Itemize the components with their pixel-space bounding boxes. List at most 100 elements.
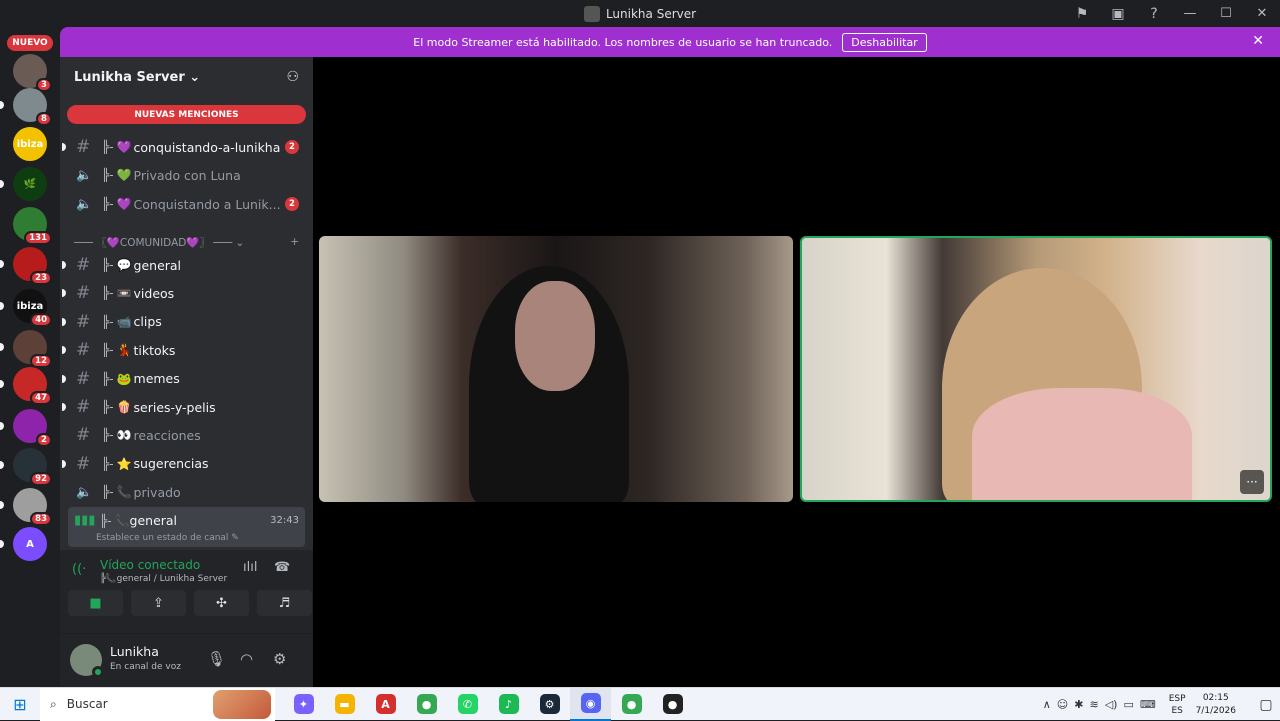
activities-icon[interactable]: ✣ xyxy=(194,590,249,616)
maximize-button[interactable]: ☐ xyxy=(1208,0,1244,27)
bluetooth-icon[interactable]: ✱ xyxy=(1071,698,1086,711)
server-header[interactable]: Lunikha Server ⌄ ⚇ xyxy=(60,57,313,97)
channel-item[interactable]: # ╠- 💬 general xyxy=(62,252,305,278)
server-h[interactable]: A xyxy=(13,527,47,561)
lips-icon[interactable]: 23 xyxy=(13,247,52,285)
channel-item[interactable]: # ╠- 💃 tiktoks xyxy=(62,337,305,363)
channel-item[interactable]: # ╠- 🍿 series-y-pelis xyxy=(62,394,305,420)
flag-icon[interactable]: ⚑ xyxy=(1064,0,1100,27)
channel-item[interactable]: # ╠- ⭐ sugerencias xyxy=(62,451,305,477)
app-icon[interactable]: ● xyxy=(652,688,693,721)
channel-emoji: ⭐ xyxy=(116,456,132,471)
active-voice-channel[interactable]: ▮▮▮ ╠- 📞 general 32:43 Establece un esta… xyxy=(68,507,305,547)
windows-start-icon[interactable]: ⊞ xyxy=(0,695,40,714)
clock[interactable]: 02:15 7/1/2026 xyxy=(1196,692,1236,718)
server-g[interactable]: 83 xyxy=(13,488,52,526)
server-f[interactable]: 2 xyxy=(13,409,52,447)
ibiza-icon[interactable]: ibiza xyxy=(13,127,47,161)
server-icon xyxy=(583,5,600,22)
chrome-profile-icon[interactable]: ● xyxy=(611,688,652,721)
channel-name: conquistando-a-lunikha xyxy=(133,139,281,155)
channel-item[interactable]: # ╠- 👀 reacciones xyxy=(68,422,305,448)
unread-pip xyxy=(0,380,4,388)
voice-status[interactable]: Vídeo conectado xyxy=(100,558,200,572)
camera-icon[interactable]: ■ xyxy=(68,590,123,616)
copilot-icon[interactable]: ✦ xyxy=(283,688,324,721)
channel-item[interactable]: # ╠- 📼 videos xyxy=(62,280,305,306)
ibiza-dark-icon[interactable]: ibiza 40 xyxy=(13,289,52,327)
avatar[interactable] xyxy=(70,644,104,678)
server-a[interactable]: 3 xyxy=(13,54,52,92)
server-name: Lunikha Server ⌄ xyxy=(74,69,201,85)
invite-icon[interactable]: ⚇ xyxy=(286,69,299,85)
file-explorer-icon[interactable]: ▬ xyxy=(324,688,365,721)
help-icon[interactable]: ? xyxy=(1136,0,1172,27)
unread-pip xyxy=(62,346,66,355)
channel-item[interactable]: # ╠- 🐸 memes xyxy=(62,366,305,392)
spotify-icon[interactable]: ♪ xyxy=(488,688,529,721)
server-d[interactable]: 12 xyxy=(13,330,52,368)
noise-suppression-icon[interactable]: ılıl xyxy=(243,560,257,575)
disconnect-icon[interactable]: ☎ xyxy=(274,560,290,575)
add-channel-icon[interactable]: + xyxy=(290,236,299,248)
new-pill[interactable]: NUEVO xyxy=(7,35,53,51)
settings-icon[interactable]: ⚙ xyxy=(273,650,286,668)
unread-pip xyxy=(0,422,4,430)
server-e[interactable]: 47 xyxy=(13,367,52,405)
more-options-button[interactable]: ··· xyxy=(1240,470,1264,494)
signal-icon[interactable]: ((· xyxy=(72,562,86,577)
close-icon[interactable]: ✕ xyxy=(1252,33,1264,49)
channel-item[interactable]: 🔈 ╠- 💚 Privado con Luna xyxy=(68,162,305,188)
volume-icon[interactable]: ◁) xyxy=(1102,698,1121,711)
taskbar-search[interactable]: ⌕ Buscar xyxy=(40,687,275,721)
hashtag-icon: # xyxy=(76,283,91,304)
voice-location[interactable]: ╠📞general / Lunikha Server xyxy=(100,574,227,584)
steam-icon[interactable]: ⚙ xyxy=(529,688,570,721)
chrome-icon[interactable]: ● xyxy=(406,688,447,721)
clock-date: 7/1/2026 xyxy=(1195,705,1236,716)
channel-status[interactable]: Establece un estado de canal ✎ xyxy=(96,533,239,543)
keyboard-icon[interactable]: ⌨ xyxy=(1137,698,1159,711)
mention-badge: 2 xyxy=(36,433,52,447)
server-icon-text: 🌿 xyxy=(23,178,37,190)
mention-badge: 131 xyxy=(24,231,52,245)
category-comunidad[interactable]: ─── 〖💜COMUNIDAD💜〗 ─── ⌄ + xyxy=(74,234,299,250)
headphones-icon[interactable]: ◠ xyxy=(240,650,253,668)
whatsapp-icon[interactable]: ✆ xyxy=(447,688,488,721)
tree-glyph: ╠- xyxy=(102,343,114,358)
discord-icon[interactable]: ◉ xyxy=(570,687,611,721)
acrobat-icon[interactable]: A xyxy=(365,688,406,721)
video-tile-2[interactable]: ··· xyxy=(800,236,1272,502)
unread-pip xyxy=(62,403,66,411)
server-c[interactable]: 131 xyxy=(13,207,52,245)
notification-icon[interactable]: ▢ xyxy=(1252,697,1280,713)
leaf-icon[interactable]: 🌿 xyxy=(13,167,47,201)
microphone-icon[interactable]: 🎙 xyxy=(207,650,226,668)
imperium-icon[interactable]: 92 xyxy=(13,448,52,486)
channel-emoji: 💚 xyxy=(116,168,132,182)
window-title-text: Lunikha Server xyxy=(605,6,697,21)
channel-emoji: 📼 xyxy=(116,286,132,301)
minimize-button[interactable]: — xyxy=(1172,0,1208,27)
inbox-icon[interactable]: ▣ xyxy=(1100,0,1136,27)
new-mentions-pill[interactable]: NUEVAS MENCIONES xyxy=(67,105,306,124)
screen-share-icon[interactable]: ⇪ xyxy=(131,590,186,616)
battery-icon[interactable]: ▭ xyxy=(1120,698,1136,711)
video-tile-1[interactable] xyxy=(319,236,793,502)
close-button[interactable]: ✕ xyxy=(1244,0,1280,27)
soundboard-icon[interactable]: ♬ xyxy=(257,590,312,616)
channel-item[interactable]: # ╠- 📹 clips xyxy=(62,309,305,335)
acrobat-icon-glyph: A xyxy=(375,694,396,714)
server-b[interactable]: 8 xyxy=(13,88,52,126)
chevron-up-icon[interactable]: ∧ xyxy=(1040,698,1054,711)
tray-app-icon[interactable]: ☺ xyxy=(1054,698,1071,711)
participant-face xyxy=(515,281,595,391)
channel-item[interactable]: # ╠- 💜 conquistando-a-lunikha 2 xyxy=(62,134,305,160)
channel-item[interactable]: 🔈 ╠- 📞 privado xyxy=(68,479,305,505)
language-indicator[interactable]: ESP ES xyxy=(1169,693,1186,717)
channel-item[interactable]: 🔈 ╠- 💜 Conquistando a Lunik... 2 xyxy=(68,191,305,217)
disable-streamer-button[interactable]: Deshabilitar xyxy=(842,32,927,52)
wifi-icon[interactable]: ≋ xyxy=(1086,698,1101,711)
username[interactable]: Lunikha xyxy=(110,644,159,659)
tree-glyph: ╠- xyxy=(102,140,114,154)
